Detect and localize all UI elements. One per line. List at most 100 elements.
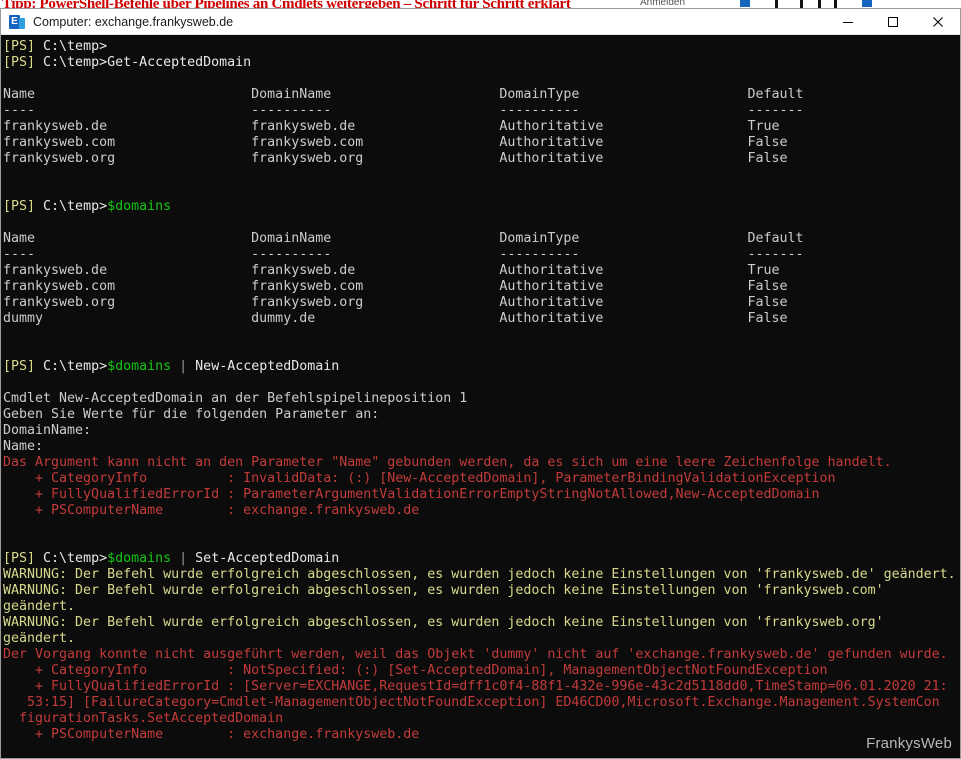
console-line: dummy dummy.de Authoritative False xyxy=(3,311,960,327)
console-blank xyxy=(3,343,11,358)
title-bar[interactable]: E Computer: exchange.frankysweb.de xyxy=(1,9,960,35)
console-line xyxy=(3,375,960,391)
console-output: Name DomainName DomainType Default xyxy=(3,231,804,246)
console-line: frankysweb.com frankysweb.com Authoritat… xyxy=(3,135,960,151)
console-line: frankysweb.org frankysweb.org Authoritat… xyxy=(3,151,960,167)
background-bar-1 xyxy=(775,0,778,8)
maximize-button[interactable] xyxy=(870,9,915,34)
console-error: + PSComputerName : exchange.frankysweb.d… xyxy=(3,727,420,742)
console-line: figurationTasks.SetAcceptedDomain xyxy=(3,711,960,727)
console-line: geändert. xyxy=(3,631,960,647)
console-line: Geben Sie Werte für die folgenden Parame… xyxy=(3,407,960,423)
console-line: WARNUNG: Der Befehl wurde erfolgreich ab… xyxy=(3,615,960,631)
console-output: frankysweb.de frankysweb.de Authoritativ… xyxy=(3,263,780,278)
console-output: ---- ---------- ---------- ------- xyxy=(3,103,804,118)
console-variable: $domains xyxy=(107,199,172,214)
prompt-path: C:\temp> xyxy=(35,55,108,70)
console-line: ---- ---------- ---------- ------- xyxy=(3,103,960,119)
console-space xyxy=(171,551,179,566)
console-text: [PS] C:\temp> [PS] C:\temp>Get-AcceptedDo… xyxy=(3,39,960,758)
prompt-path: C:\temp> xyxy=(35,39,108,54)
console-error: figurationTasks.SetAcceptedDomain xyxy=(3,711,284,726)
console-line xyxy=(3,743,960,758)
console-line: Cmdlet New-AcceptedDomain an der Befehls… xyxy=(3,391,960,407)
console-variable: $domains xyxy=(107,551,172,566)
console-output: Name: xyxy=(3,439,44,454)
console-pipe: | xyxy=(179,359,188,374)
console-line: + PSComputerName : exchange.frankysweb.d… xyxy=(3,503,960,519)
console-variable: $domains xyxy=(107,359,172,374)
console-error: Das Argument kann nicht an den Parameter… xyxy=(3,455,892,470)
console-line: 53:15] [FailureCategory=Cmdlet-Managemen… xyxy=(3,695,960,711)
console-output: frankysweb.de frankysweb.de Authoritativ… xyxy=(3,119,780,134)
console-pipe: | xyxy=(179,551,188,566)
console-line: WARNUNG: Der Befehl wurde erfolgreich ab… xyxy=(3,567,960,583)
console-output: frankysweb.com frankysweb.com Authoritat… xyxy=(3,279,788,294)
console-blank xyxy=(3,71,11,86)
prompt-tag: [PS] xyxy=(3,551,36,566)
console-error: + PSComputerName : exchange.frankysweb.d… xyxy=(3,503,420,518)
console-warning: geändert. xyxy=(3,631,76,646)
console-line: + PSComputerName : exchange.frankysweb.d… xyxy=(3,727,960,743)
background-window-headline: Tipp: PowerShell-Befehle über Pipelines … xyxy=(2,0,571,8)
console-line xyxy=(3,535,960,551)
console-line: [PS] C:\temp>$domains | New-AcceptedDoma… xyxy=(3,359,960,375)
minimize-button[interactable] xyxy=(825,9,870,34)
console-output-area[interactable]: [PS] C:\temp> [PS] C:\temp>Get-AcceptedDo… xyxy=(1,35,960,758)
background-bar-2 xyxy=(800,0,803,8)
console-blank xyxy=(3,743,11,758)
prompt-path: C:\temp> xyxy=(35,551,108,566)
console-line: [PS] C:\temp> xyxy=(3,39,960,55)
console-output: Geben Sie Werte für die folgenden Parame… xyxy=(3,407,380,422)
console-blank xyxy=(3,167,11,182)
console-line: geändert. xyxy=(3,599,960,615)
exchange-icon-accent xyxy=(19,17,25,29)
console-output: frankysweb.com frankysweb.com Authoritat… xyxy=(3,135,788,150)
console-line: DomainName: xyxy=(3,423,960,439)
console-line xyxy=(3,343,960,359)
window-title: Computer: exchange.frankysweb.de xyxy=(33,14,234,29)
console-line: Name DomainName DomainType Default xyxy=(3,87,960,103)
console-output: DomainName: xyxy=(3,423,92,438)
prompt-tag: [PS] xyxy=(3,199,36,214)
background-window-strip: Tipp: PowerShell-Befehle über Pipelines … xyxy=(0,0,961,8)
prompt-tag: [PS] xyxy=(3,55,36,70)
exchange-management-shell-window: E Computer: exchange.frankysweb.de [PS] … xyxy=(0,8,961,759)
console-error: + CategoryInfo : NotSpecified: (:) [Set-… xyxy=(3,663,828,678)
background-bar-4 xyxy=(834,0,837,8)
console-blank xyxy=(3,535,11,550)
console-line: Name DomainName DomainType Default xyxy=(3,231,960,247)
console-error: Der Vorgang konnte nicht ausgeführt werd… xyxy=(3,647,948,662)
console-blank xyxy=(3,519,11,534)
prompt-tag: [PS] xyxy=(3,359,36,374)
console-line: Der Vorgang konnte nicht ausgeführt werd… xyxy=(3,647,960,663)
console-line: frankysweb.de frankysweb.de Authoritativ… xyxy=(3,119,960,135)
console-line xyxy=(3,71,960,87)
console-output: Cmdlet New-AcceptedDomain an der Befehls… xyxy=(3,391,468,406)
console-command: Get-AcceptedDomain xyxy=(107,55,252,70)
console-error: + FullyQualifiedErrorId : [Server=EXCHAN… xyxy=(3,679,948,694)
console-error: 53:15] [FailureCategory=Cmdlet-Managemen… xyxy=(3,695,940,710)
console-line: frankysweb.de frankysweb.de Authoritativ… xyxy=(3,263,960,279)
console-line xyxy=(3,519,960,535)
close-button[interactable] xyxy=(915,9,960,34)
background-swatch-2 xyxy=(862,0,872,7)
console-line: [PS] C:\temp>$domains xyxy=(3,199,960,215)
console-line xyxy=(3,215,960,231)
console-blank xyxy=(3,327,11,342)
console-output: Name DomainName DomainType Default xyxy=(3,87,804,102)
console-line: + CategoryInfo : NotSpecified: (:) [Set-… xyxy=(3,663,960,679)
console-space xyxy=(171,359,179,374)
console-warning: WARNUNG: Der Befehl wurde erfolgreich ab… xyxy=(3,583,884,598)
console-line xyxy=(3,167,960,183)
background-window-secondary-text: Anmelden xyxy=(640,0,686,8)
watermark: FrankysWeb xyxy=(866,735,952,752)
console-output: ---- ---------- ---------- ------- xyxy=(3,247,804,262)
console-error: + FullyQualifiedErrorId : ParameterArgum… xyxy=(3,487,820,502)
console-output: dummy dummy.de Authoritative False xyxy=(3,311,788,326)
console-line xyxy=(3,183,960,199)
console-line xyxy=(3,327,960,343)
console-blank xyxy=(3,183,11,198)
console-warning: geändert. xyxy=(3,599,76,614)
console-warning: WARNUNG: Der Befehl wurde erfolgreich ab… xyxy=(3,567,956,582)
